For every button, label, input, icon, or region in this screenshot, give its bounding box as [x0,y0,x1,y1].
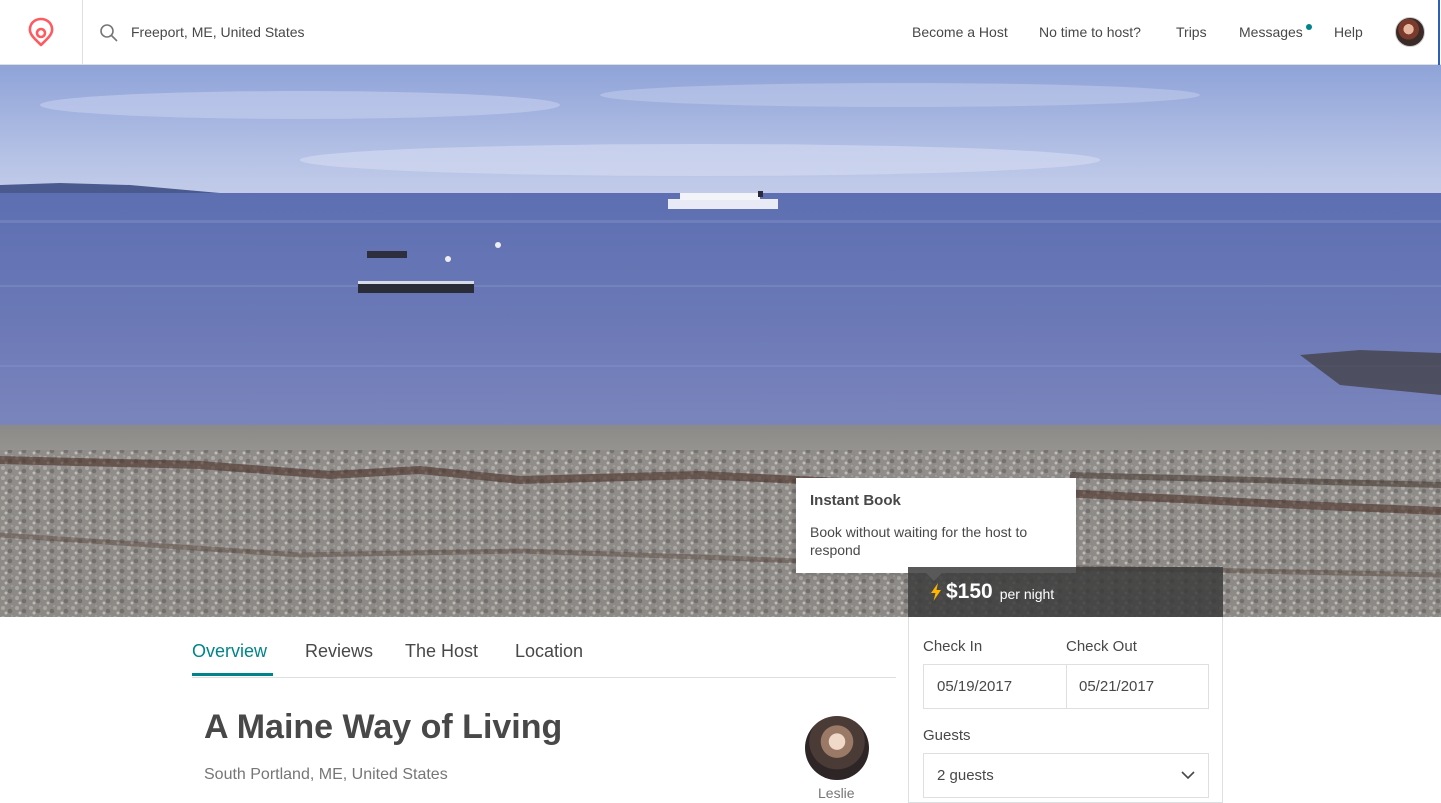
hero-image [0,65,1441,617]
host-avatar[interactable] [805,716,869,780]
window-edge [1438,0,1440,65]
date-range-picker: 05/19/2017 05/21/2017 [923,664,1209,709]
booking-panel: Check In Check Out 05/19/2017 05/21/2017… [908,617,1223,803]
tab-overview[interactable]: Overview [192,641,267,662]
tooltip-body: Book without waiting for the host to res… [810,524,1028,558]
nav-no-time-to-host[interactable]: No time to host? [1039,24,1141,40]
price-bar: $150 per night [908,567,1223,617]
tab-location[interactable]: Location [515,641,583,662]
check-out-label: Check Out [1066,638,1137,655]
check-out-input[interactable]: 05/21/2017 [1066,665,1208,708]
guests-value: 2 guests [937,767,994,784]
listing-title: A Maine Way of Living [204,708,563,746]
guests-label: Guests [923,727,971,744]
airbnb-logo-icon [28,17,54,47]
user-avatar[interactable] [1395,17,1425,47]
tab-reviews[interactable]: Reviews [305,641,373,662]
search-input[interactable] [131,18,531,46]
airbnb-logo[interactable] [0,0,83,64]
tab-the-host[interactable]: The Host [405,641,478,662]
listing-location[interactable]: South Portland, ME, United States [204,766,448,784]
listing-hero-photo[interactable] [0,65,1441,617]
listing-tabs: Overview Reviews The Host Location [192,637,896,678]
nav-help[interactable]: Help [1334,24,1363,40]
instant-book-tooltip: Instant Book Book without waiting for th… [796,478,1076,581]
host-name[interactable]: Leslie [818,785,855,801]
unread-indicator [1306,24,1312,30]
guests-select[interactable]: 2 guests [923,753,1209,798]
price-unit: per night [999,586,1055,602]
tooltip-title: Instant Book [810,492,901,509]
top-navbar: Become a Host No time to host? Trips Mes… [0,0,1441,65]
nav-trips[interactable]: Trips [1176,24,1207,40]
nav-messages[interactable]: Messages [1239,24,1303,40]
check-in-input[interactable]: 05/19/2017 [924,665,1066,708]
nightly-price: $150 [946,580,993,603]
check-in-label: Check In [923,638,983,655]
lightning-bolt-icon[interactable] [930,583,942,601]
nav-become-host[interactable]: Become a Host [912,24,1008,40]
search-icon [100,24,118,42]
chevron-down-icon [1181,771,1195,780]
active-tab-indicator [192,673,273,676]
